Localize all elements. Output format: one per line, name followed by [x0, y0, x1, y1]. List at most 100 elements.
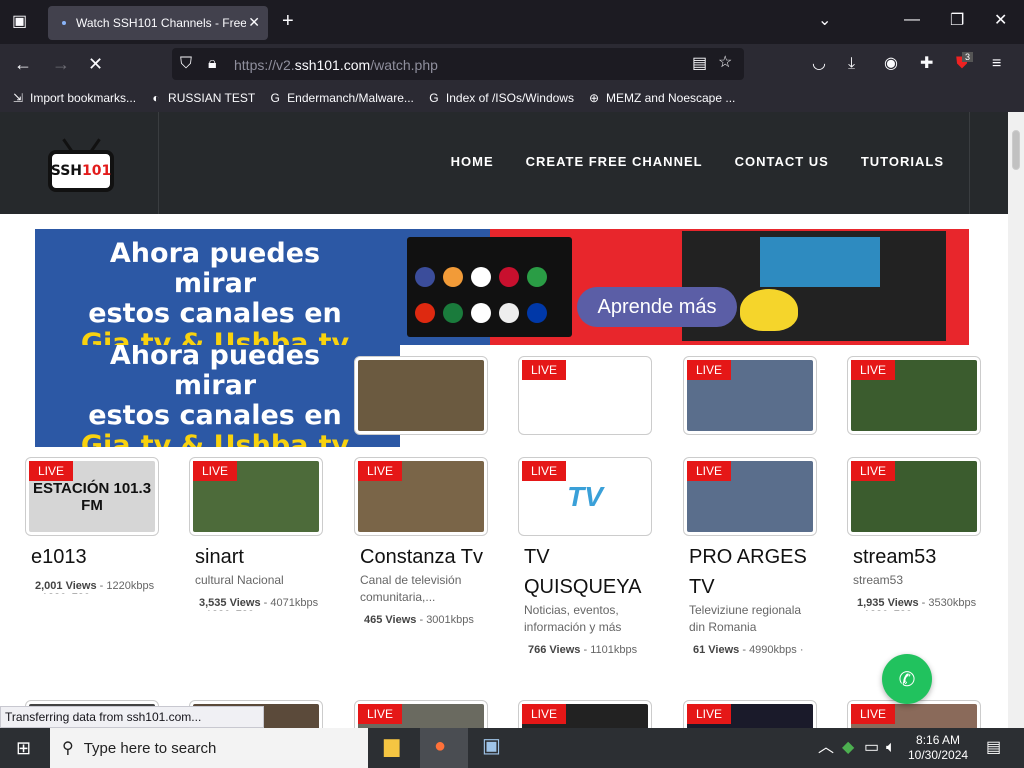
- list-tabs-icon[interactable]: ⌄: [818, 13, 831, 29]
- banner-text-duplicate: Ahora puedes mirar estos canales en Gia.…: [80, 345, 350, 447]
- tab-title: Watch SSH101 Channels - Free: [76, 16, 246, 30]
- channel-card-partial[interactable]: LIVE: [847, 700, 981, 728]
- channel-thumbnail[interactable]: LIVE: [189, 457, 323, 536]
- monster-mascot: [740, 289, 798, 331]
- channel-thumbnail[interactable]: LIVE: [354, 457, 488, 536]
- bookmark-import[interactable]: ⇲ Import bookmarks...: [10, 90, 136, 106]
- system-clock[interactable]: 8:16 AM 10/30/2024: [908, 733, 968, 763]
- channel-thumbnail[interactable]: LIVE: [683, 700, 817, 728]
- nav-contact-us[interactable]: CONTACT US: [735, 154, 829, 169]
- windows-start-icon[interactable]: ⊞: [16, 739, 31, 757]
- site-logo[interactable]: SSH 101: [48, 150, 114, 192]
- firefox-taskbar-button[interactable]: ●: [420, 728, 468, 768]
- banner-text: Ahora puedes mirar estos canales en Gia.…: [80, 238, 350, 346]
- logo-container[interactable]: SSH 101: [0, 112, 159, 214]
- channel-thumbnail[interactable]: LIVE: [518, 356, 652, 435]
- import-icon: ⇲: [12, 91, 24, 105]
- channel-title[interactable]: PRO ARGES TV: [683, 542, 817, 602]
- channel-card[interactable]: LIVE sinart cultural Nacional 3,535 View…: [189, 457, 323, 611]
- url-bar[interactable]: ⛉ 🔒︎ https://v2.ssh101.com/watch.php ▤ ☆: [172, 48, 744, 80]
- restore-icon[interactable]: ❐: [950, 13, 964, 29]
- channel-thumbnail[interactable]: ESTACIÓN 101.3 FM LIVE: [25, 457, 159, 536]
- active-tab[interactable]: Watch SSH101 Channels - Free ✕: [48, 6, 268, 40]
- shield-icon[interactable]: ⛉: [180, 56, 192, 72]
- channel-thumbnail[interactable]: LIVE: [847, 700, 981, 728]
- live-badge: LIVE: [522, 704, 567, 724]
- notifications-icon[interactable]: ▤: [986, 740, 1001, 756]
- lock-icon[interactable]: 🔒︎: [208, 56, 217, 72]
- account-icon[interactable]: ◉: [884, 56, 898, 72]
- channel-thumbnail[interactable]: LIVE: [683, 457, 817, 536]
- channel-card-hidden[interactable]: LIVE: [683, 356, 817, 435]
- bookmark-memz[interactable]: ⊕ MEMZ and Noescape ...: [586, 90, 735, 106]
- network-icon[interactable]: ▭: [864, 740, 879, 756]
- close-tab-icon[interactable]: ✕: [248, 14, 260, 31]
- show-hidden-icons[interactable]: ︿: [818, 740, 834, 756]
- channel-thumbnail[interactable]: LIVE: [518, 700, 652, 728]
- pocket-icon[interactable]: ◡: [812, 56, 826, 72]
- nav-create-free-channel[interactable]: CREATE FREE CHANNEL: [526, 154, 703, 169]
- scrollbar-thumb[interactable]: [1012, 130, 1020, 170]
- menu-icon[interactable]: ≡: [992, 56, 1001, 72]
- channel-card[interactable]: LIVE PRO ARGES TV Televiziune regionala …: [683, 457, 817, 658]
- tab-overview-icon[interactable]: ▣: [12, 14, 27, 30]
- reader-view-icon[interactable]: ▤: [692, 56, 707, 72]
- volume-icon[interactable]: 🔈︎: [886, 740, 896, 756]
- globe-icon: ⊕: [588, 91, 599, 105]
- channel-thumbnail[interactable]: TV LIVE: [518, 457, 652, 536]
- channel-card[interactable]: TV LIVE TV QUISQUEYA Noticias, eventos, …: [518, 457, 652, 658]
- channel-card-partial[interactable]: LIVE: [354, 700, 488, 728]
- channel-stats: 3,535 Views - 4071kbps · 1280x720: [199, 597, 319, 611]
- minimize-icon[interactable]: —: [904, 12, 920, 28]
- bookmark-russian-test[interactable]: ◐ RUSSIAN TEST: [148, 90, 255, 106]
- browser-window: ▣ Watch SSH101 Channels - Free ✕ + ⌄ — ❐…: [0, 0, 1024, 768]
- ad-banner[interactable]: Aprende más Ahora puedes mirar estos can…: [35, 229, 969, 345]
- bookmark-isos[interactable]: G Index of /ISOs/Windows: [426, 90, 574, 106]
- url-text[interactable]: https://v2.ssh101.com/watch.php: [234, 57, 438, 73]
- channel-stats: 1,935 Views - 3530kbps · 1280x720: [857, 597, 977, 611]
- back-icon[interactable]: ←: [14, 55, 32, 73]
- close-window-icon[interactable]: ✕: [994, 13, 1007, 29]
- live-badge: LIVE: [29, 461, 74, 481]
- forward-icon[interactable]: →: [52, 55, 70, 73]
- channel-card-hidden[interactable]: LIVE: [847, 356, 981, 435]
- channel-card[interactable]: ESTACIÓN 101.3 FM LIVE e1013 2,001 Views…: [25, 457, 159, 594]
- nav-home[interactable]: HOME: [451, 154, 494, 169]
- live-badge: LIVE: [851, 704, 896, 724]
- channel-thumbnail[interactable]: [354, 356, 488, 435]
- new-tab-icon[interactable]: +: [282, 11, 294, 31]
- taskbar-search[interactable]: ⚲ Type here to search: [50, 728, 368, 768]
- nav-tutorials[interactable]: TUTORIALS: [861, 154, 944, 169]
- banner-pool-image: [760, 237, 880, 287]
- page-scrollbar[interactable]: [1008, 112, 1024, 728]
- channel-thumbnail[interactable]: LIVE: [354, 700, 488, 728]
- learn-more-button[interactable]: Aprende más: [577, 287, 737, 327]
- channel-card-partial[interactable]: LIVE: [518, 700, 652, 728]
- ad-banner-duplicate[interactable]: Ahora puedes mirar estos canales en Gia.…: [35, 345, 400, 447]
- tray-app-icon[interactable]: ◆: [842, 740, 854, 756]
- channel-title[interactable]: stream53: [847, 542, 981, 572]
- live-badge: LIVE: [522, 461, 567, 481]
- channel-card[interactable]: LIVE Constanza Tv Canal de televisión co…: [354, 457, 488, 628]
- channel-card-hidden[interactable]: LIVE: [518, 356, 652, 435]
- channel-thumbnail[interactable]: LIVE: [847, 356, 981, 435]
- channel-title[interactable]: TV QUISQUEYA: [518, 542, 652, 602]
- stop-loading-icon[interactable]: ✕: [88, 55, 103, 73]
- channel-card[interactable]: LIVE stream53 stream53 1,935 Views - 353…: [847, 457, 981, 611]
- channel-thumbnail[interactable]: LIVE: [847, 457, 981, 536]
- live-badge: LIVE: [851, 360, 896, 380]
- channel-card-partial[interactable]: LIVE: [683, 700, 817, 728]
- bookmark-endermanch[interactable]: G Endermanch/Malware...: [267, 90, 414, 106]
- page-viewport: SSH 101 HOME CREATE FREE CHANNEL CONTACT …: [0, 112, 1008, 728]
- bookmark-star-icon[interactable]: ☆: [718, 55, 732, 71]
- channel-card-hidden[interactable]: [354, 356, 488, 435]
- file-explorer-icon[interactable]: ▆: [384, 736, 399, 756]
- downloads-icon[interactable]: ⤓: [848, 56, 855, 72]
- extensions-icon[interactable]: ✚: [920, 56, 933, 72]
- channel-title[interactable]: sinart: [189, 542, 323, 572]
- channel-thumbnail[interactable]: LIVE: [683, 356, 817, 435]
- channel-title[interactable]: e1013: [25, 542, 159, 572]
- channel-title[interactable]: Constanza Tv: [354, 542, 488, 572]
- app-icon[interactable]: ▣: [482, 736, 501, 756]
- whatsapp-button[interactable]: ✆: [882, 654, 932, 704]
